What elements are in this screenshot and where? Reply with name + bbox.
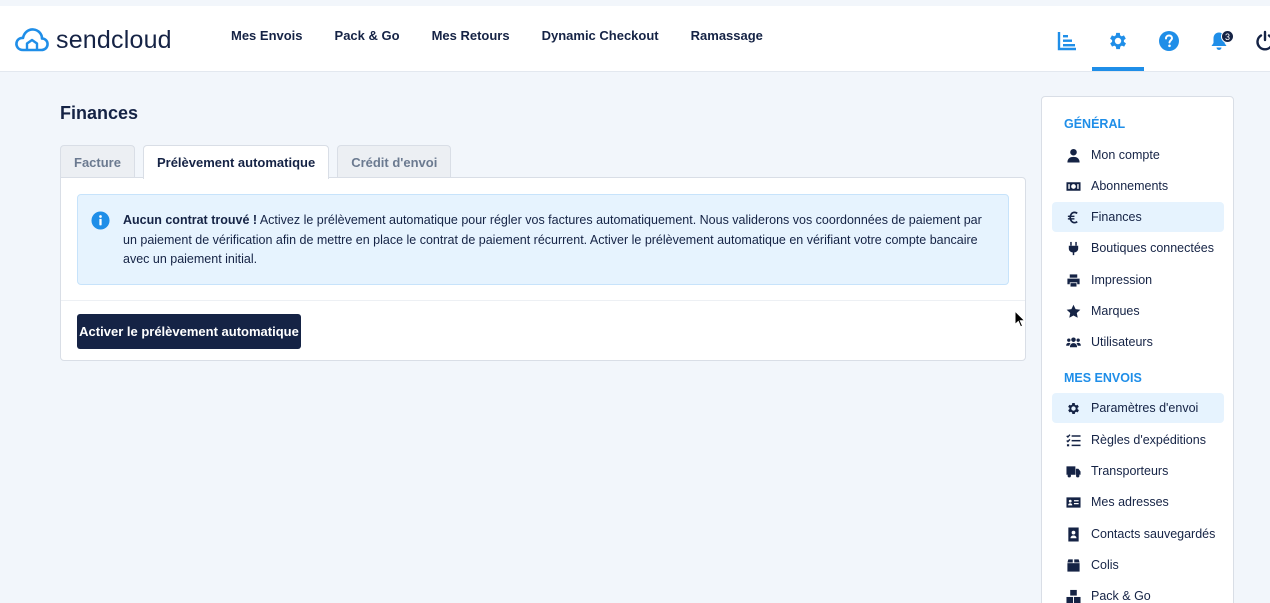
help-button[interactable] [1154, 26, 1184, 56]
sidebar-item-finances[interactable]: Finances [1052, 202, 1224, 232]
star-icon [1065, 303, 1081, 319]
main-nav: Mes Envois Pack & Go Mes Retours Dynamic… [231, 28, 795, 43]
user-icon [1065, 147, 1081, 163]
sidebar-item-utilisateurs[interactable]: Utilisateurs [1052, 327, 1224, 357]
power-icon [1256, 30, 1270, 51]
sidebar-item-label: Mon compte [1091, 148, 1160, 162]
users-icon [1065, 334, 1081, 350]
info-alert: Aucun contrat trouvé ! Activez le prélèv… [77, 194, 1009, 285]
sidebar-item-label: Impression [1091, 273, 1153, 287]
finance-tabs: Facture Prélèvement automatique Crédit d… [60, 145, 459, 179]
help-icon [1159, 31, 1179, 51]
nav-pack-and-go[interactable]: Pack & Go [335, 28, 400, 43]
nav-mes-envois[interactable]: Mes Envois [231, 28, 303, 43]
address-card-icon [1065, 494, 1081, 510]
tab-facture[interactable]: Facture [60, 145, 135, 178]
sidebar-item-impression[interactable]: Impression [1052, 265, 1224, 295]
brand-name: sendcloud [56, 25, 172, 54]
page-title: Finances [60, 103, 139, 123]
nav-dynamic-checkout[interactable]: Dynamic Checkout [542, 28, 659, 43]
gear-icon [1065, 400, 1081, 416]
money-icon [1065, 178, 1081, 194]
section-mes-envois-title: MES ENVOIS [1064, 371, 1142, 385]
logout-button[interactable] [1250, 26, 1270, 56]
mouse-cursor-icon [1014, 310, 1026, 328]
cloud-icon [15, 28, 49, 52]
sidebar-item-colis[interactable]: Colis [1052, 550, 1224, 580]
sidebar-item-label: Utilisateurs [1091, 335, 1153, 349]
analytics-button[interactable] [1052, 26, 1082, 56]
sidebar-item-transporteurs[interactable]: Transporteurs [1052, 456, 1224, 486]
sidebar-item-contacts-sauvegardes[interactable]: Contacts sauvegardés [1052, 519, 1224, 549]
sidebar-item-pack-and-go[interactable]: Pack & Go [1052, 581, 1224, 603]
printer-icon [1065, 272, 1081, 288]
sidebar-item-label: Transporteurs [1091, 464, 1169, 478]
settings-active-indicator [1092, 67, 1144, 71]
sidebar-item-label: Mes adresses [1091, 495, 1169, 509]
tab-panel: Aucun contrat trouvé ! Activez le prélèv… [60, 177, 1026, 361]
sidebar-item-label: Colis [1091, 558, 1119, 572]
settings-button[interactable] [1103, 26, 1133, 56]
plug-icon [1065, 240, 1081, 256]
sidebar-item-label: Paramètres d'envoi [1091, 401, 1199, 415]
nav-mes-retours[interactable]: Mes Retours [432, 28, 510, 43]
settings-sidebar: GÉNÉRAL Mon compte Abonnements Finances … [1041, 96, 1234, 603]
panel-divider [61, 300, 1025, 301]
tab-prelevement-automatique[interactable]: Prélèvement automatique [142, 145, 330, 179]
sendcloud-logo[interactable]: sendcloud [14, 24, 172, 56]
sidebar-item-label: Abonnements [1091, 179, 1169, 193]
notifications-badge: 3 [1221, 30, 1234, 43]
activate-direct-debit-button[interactable]: Activer le prélèvement automatique [77, 314, 301, 349]
sidebar-item-boutiques-connectees[interactable]: Boutiques connectées [1052, 233, 1224, 263]
sidebar-item-label: Boutiques connectées [1091, 241, 1215, 255]
box-icon [1065, 557, 1081, 573]
section-general-title: GÉNÉRAL [1064, 117, 1126, 131]
sidebar-item-label: Marques [1091, 304, 1140, 318]
tab-credit-envoi[interactable]: Crédit d'envoi [337, 145, 452, 178]
list-check-icon [1065, 432, 1081, 448]
sidebar-item-mon-compte[interactable]: Mon compte [1052, 140, 1224, 170]
notifications-button[interactable]: 3 [1204, 26, 1234, 56]
top-navigation-bar: sendcloud Mes Envois Pack & Go Mes Retou… [0, 0, 1270, 72]
sidebar-item-label: Pack & Go [1091, 589, 1151, 603]
gear-icon [1110, 32, 1126, 50]
truck-icon [1065, 463, 1081, 479]
sidebar-item-label: Finances [1091, 210, 1142, 224]
sidebar-item-marques[interactable]: Marques [1052, 296, 1224, 326]
euro-icon [1065, 209, 1081, 225]
sidebar-item-abonnements[interactable]: Abonnements [1052, 171, 1224, 201]
sidebar-item-regles-expeditions[interactable]: Règles d'expéditions [1052, 425, 1224, 455]
sidebar-item-label: Règles d'expéditions [1091, 433, 1206, 447]
boxes-icon [1065, 588, 1081, 603]
nav-ramassage[interactable]: Ramassage [691, 28, 763, 43]
alert-text: Aucun contrat trouvé ! Activez le prélèv… [123, 211, 993, 270]
sidebar-item-mes-adresses[interactable]: Mes adresses [1052, 487, 1224, 517]
info-icon [91, 211, 110, 230]
sidebar-item-parametres-envoi[interactable]: Paramètres d'envoi [1052, 393, 1224, 423]
contact-book-icon [1065, 526, 1081, 542]
alert-title: Aucun contrat trouvé ! [123, 213, 258, 227]
sidebar-item-label: Contacts sauvegardés [1091, 527, 1216, 541]
chart-icon [1057, 32, 1076, 51]
